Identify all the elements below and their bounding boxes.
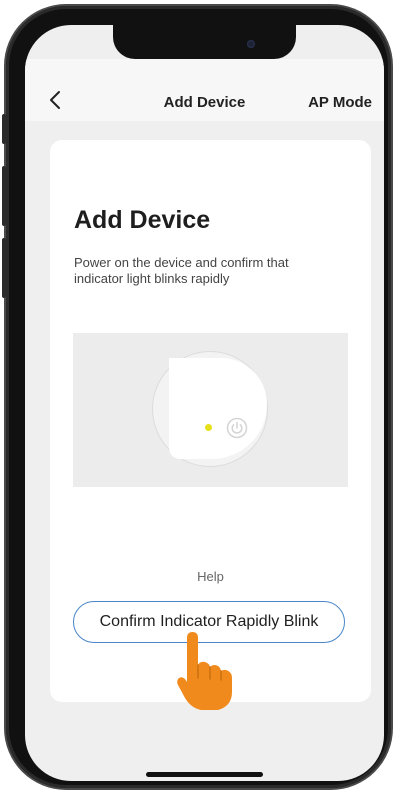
card-title: Add Device bbox=[74, 206, 211, 234]
silent-switch bbox=[2, 114, 6, 144]
hand-pointer-icon bbox=[177, 632, 232, 710]
notch bbox=[113, 25, 296, 59]
indicator-light bbox=[205, 424, 212, 431]
device-face bbox=[169, 358, 267, 459]
device-image bbox=[152, 351, 268, 467]
device-illustration bbox=[73, 333, 348, 487]
volume-up-button bbox=[2, 166, 6, 226]
ap-mode-button[interactable]: AP Mode bbox=[308, 94, 372, 111]
add-device-card: Add Device Power on the device and confi… bbox=[50, 140, 371, 702]
home-indicator bbox=[146, 772, 263, 777]
power-icon bbox=[226, 417, 248, 439]
front-camera bbox=[247, 40, 255, 48]
nav-bar: Add Device AP Mode bbox=[25, 59, 384, 121]
volume-down-button bbox=[2, 238, 6, 298]
card-instruction: Power on the device and confirm that ind… bbox=[74, 255, 289, 286]
help-link[interactable]: Help bbox=[50, 569, 371, 584]
